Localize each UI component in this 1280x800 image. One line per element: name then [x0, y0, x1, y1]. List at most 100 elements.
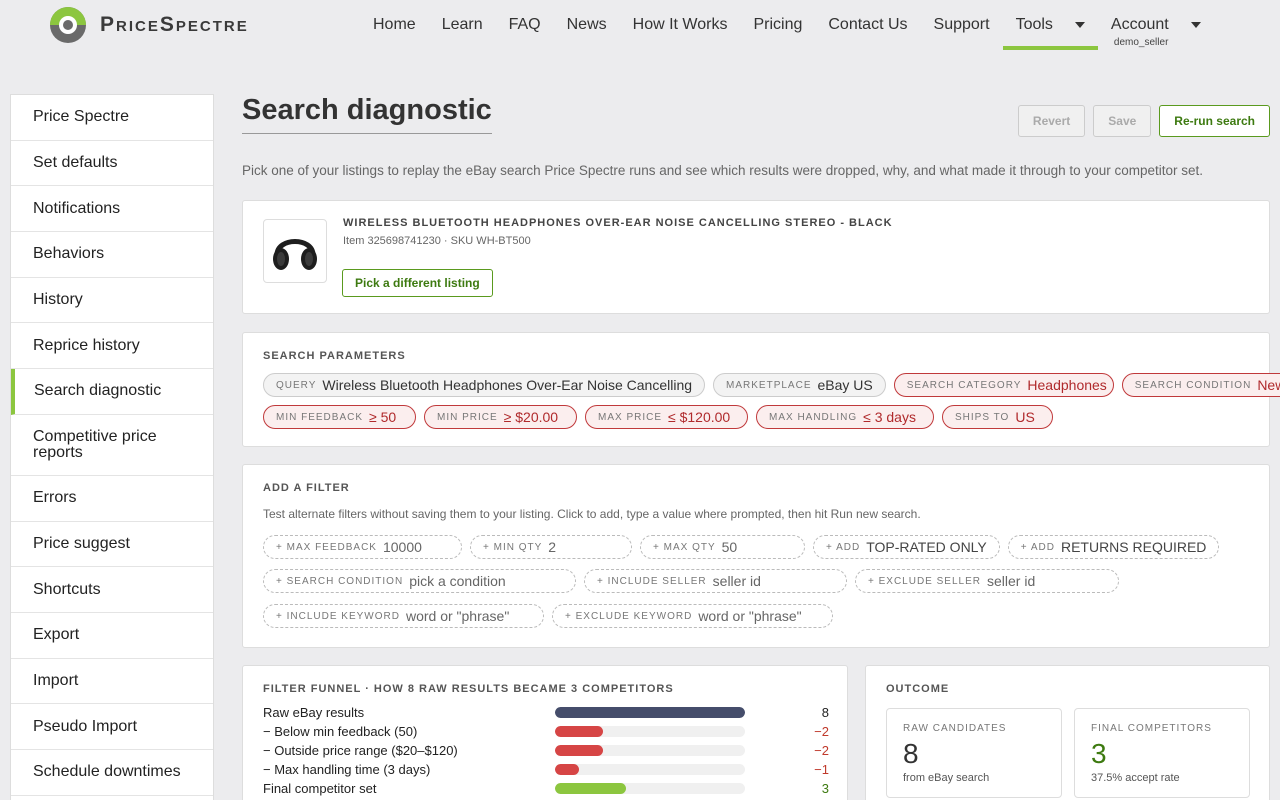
page-intro: Pick one of your listings to replay the …	[242, 163, 1203, 178]
funnel-row-value: 8	[821, 705, 829, 720]
rerun-search-button[interactable]: Re-run search	[1159, 105, 1270, 137]
param-chip-ships-to[interactable]: SHIPS TO US	[942, 405, 1053, 429]
param-chip-search-condition[interactable]: SEARCH CONDITION New	[1121, 373, 1280, 397]
sidebar-item-notifications[interactable]: Notifications	[11, 186, 213, 233]
chip-value: TOP-RATED ONLY	[866, 539, 987, 555]
filter-chip-exclude-seller[interactable]: + EXCLUDE SELLER seller id	[855, 569, 1119, 593]
final-competitors-stat: FINAL COMPETITORS 3 37.5% accept rate	[1074, 708, 1250, 798]
nav-learn[interactable]: Learn	[429, 0, 496, 50]
param-chip-max-handling[interactable]: MAX HANDLING ≤ 3 days	[756, 405, 934, 429]
sidebar-item-price-spectre[interactable]: Price Spectre	[11, 95, 213, 141]
nav-news[interactable]: News	[554, 0, 620, 50]
save-button[interactable]: Save	[1093, 105, 1152, 137]
filter-chip-top-rated-only[interactable]: + ADD TOP-RATED ONLY	[813, 535, 1000, 559]
stat-label: FINAL COMPETITORS	[1091, 723, 1212, 734]
brand-logo[interactable]: PriceSpectre	[50, 7, 249, 43]
stat-value: 8	[903, 738, 919, 769]
outcome-label: OUTCOME	[886, 683, 950, 695]
chip-value[interactable]: 2	[548, 539, 556, 555]
funnel-bar-fill	[555, 764, 579, 775]
sidebar-item-behaviors[interactable]: Behaviors	[11, 232, 213, 278]
funnel-row-value: −2	[814, 743, 829, 758]
filter-funnel-card: FILTER FUNNEL · HOW 8 RAW RESULTS BECAME…	[242, 665, 848, 800]
chip-value[interactable]: seller id	[987, 573, 1035, 589]
param-chip-search-category[interactable]: SEARCH CATEGORY Headphones	[893, 373, 1114, 397]
revert-button[interactable]: Revert	[1017, 105, 1086, 137]
sidebar-item-shortcuts[interactable]: Shortcuts	[11, 567, 213, 613]
chip-key: MIN PRICE	[437, 411, 498, 423]
filter-chip-exclude-keyword[interactable]: + EXCLUDE KEYWORD word or "phrase"	[552, 604, 833, 628]
nav-account-dropdown[interactable]: Account demo_seller	[1098, 0, 1214, 50]
chip-value[interactable]: seller id	[713, 573, 761, 589]
param-chip-max-price[interactable]: MAX PRICE ≤ $120.00	[585, 405, 748, 429]
nav-tools-dropdown[interactable]: Tools	[1002, 0, 1098, 50]
funnel-bar-track	[555, 764, 745, 775]
chip-key: QUERY	[276, 379, 317, 391]
param-chip-min-price[interactable]: MIN PRICE ≥ $20.00	[424, 405, 577, 429]
nav-faq[interactable]: FAQ	[496, 0, 554, 50]
chip-value: New	[1257, 377, 1280, 393]
sidebar-item-competitive-price-reports[interactable]: Competitive price reports	[11, 415, 213, 476]
sidebar-item-pseudo-import[interactable]: Pseudo Import	[11, 704, 213, 750]
filter-chip-row-3: + INCLUDE KEYWORD word or "phrase" + EXCL…	[263, 604, 833, 628]
raw-candidates-stat: RAW CANDIDATES 8 from eBay search	[886, 708, 1062, 798]
funnel-bar-fill	[555, 745, 603, 756]
nav-how-it-works[interactable]: How It Works	[620, 0, 741, 50]
chip-value[interactable]: pick a condition	[409, 573, 506, 589]
funnel-row: Raw eBay results 8	[263, 703, 829, 722]
brand-name: PriceSpectre	[100, 13, 249, 36]
chip-value: ≤ 3 days	[863, 409, 916, 425]
action-buttons: Revert Save Re-run search	[1017, 105, 1270, 137]
param-chip-row-1: QUERY Wireless Bluetooth Headphones Over-…	[263, 373, 1280, 397]
chip-value[interactable]: 10000	[383, 539, 422, 555]
nav-tools-label: Tools	[1015, 16, 1053, 33]
listing-thumbnail	[263, 219, 327, 283]
filter-chip-include-seller[interactable]: + INCLUDE SELLER seller id	[584, 569, 847, 593]
filter-chip-search-condition[interactable]: + SEARCH CONDITION pick a condition	[263, 569, 576, 593]
param-chip-min-feedback[interactable]: MIN FEEDBACK ≥ 50	[263, 405, 416, 429]
pick-different-listing-button[interactable]: Pick a different listing	[342, 269, 493, 297]
nav-support[interactable]: Support	[921, 0, 1003, 50]
chip-key: + MAX FEEDBACK	[276, 541, 377, 553]
filter-chip-max-qty[interactable]: + MAX QTY 50	[640, 535, 805, 559]
chip-value[interactable]: 50	[722, 539, 738, 555]
sidebar-item-schedule-downtimes[interactable]: Schedule downtimes	[11, 750, 213, 796]
sidebar-item-set-defaults[interactable]: Set defaults	[11, 141, 213, 187]
stat-value: 3	[1091, 738, 1107, 769]
nav-account-label: Account	[1110, 16, 1169, 33]
param-chip-marketplace[interactable]: MARKETPLACE eBay US	[713, 373, 886, 397]
search-parameters-card: SEARCH PARAMETERS QUERY Wireless Bluetoot…	[242, 332, 1280, 447]
logo-icon	[50, 7, 86, 43]
chip-value[interactable]: word or "phrase"	[698, 608, 801, 624]
sidebar: Price Spectre Set defaults Notifications…	[10, 94, 214, 800]
chip-value: eBay US	[817, 377, 873, 393]
funnel-bar-track	[555, 707, 745, 718]
filter-chip-max-feedback[interactable]: + MAX FEEDBACK 10000	[263, 535, 462, 559]
chip-key: MIN FEEDBACK	[276, 411, 364, 423]
sidebar-item-errors[interactable]: Errors	[11, 476, 213, 522]
chip-key: MAX HANDLING	[769, 411, 858, 423]
sidebar-item-import[interactable]: Import	[11, 659, 213, 705]
sidebar-item-history[interactable]: History	[11, 278, 213, 324]
filter-chip-include-keyword[interactable]: + INCLUDE KEYWORD word or "phrase"	[263, 604, 544, 628]
sidebar-item-price-suggest[interactable]: Price suggest	[11, 522, 213, 568]
nav-pricing[interactable]: Pricing	[740, 0, 815, 50]
chip-key: + ADD	[826, 541, 861, 553]
chip-value[interactable]: word or "phrase"	[406, 608, 509, 624]
sidebar-item-reprice-history[interactable]: Reprice history	[11, 323, 213, 370]
param-chip-query[interactable]: QUERY Wireless Bluetooth Headphones Over-…	[263, 373, 706, 397]
funnel-row: − Outside price range ($20–$120) −2	[263, 741, 829, 760]
filter-chip-min-qty[interactable]: + MIN QTY 2	[470, 535, 632, 559]
sidebar-item-export[interactable]: Export	[11, 613, 213, 659]
chip-value: ≤ $120.00	[668, 409, 731, 425]
funnel-bar-track	[555, 726, 745, 737]
chip-key: SHIPS TO	[955, 411, 1010, 423]
headphones-icon	[273, 239, 317, 270]
listing-card: WIRELESS BLUETOOTH HEADPHONES OVER-EAR N…	[242, 200, 1270, 314]
filter-chip-returns-required[interactable]: + ADD RETURNS REQUIRED	[1007, 535, 1220, 559]
nav-contact-us[interactable]: Contact Us	[815, 0, 920, 50]
funnel-bar-track	[555, 745, 745, 756]
funnel-row-label: Final competitor set	[263, 781, 377, 796]
sidebar-item-search-diagnostic[interactable]: Search diagnostic	[11, 369, 213, 415]
nav-home[interactable]: Home	[360, 0, 429, 50]
